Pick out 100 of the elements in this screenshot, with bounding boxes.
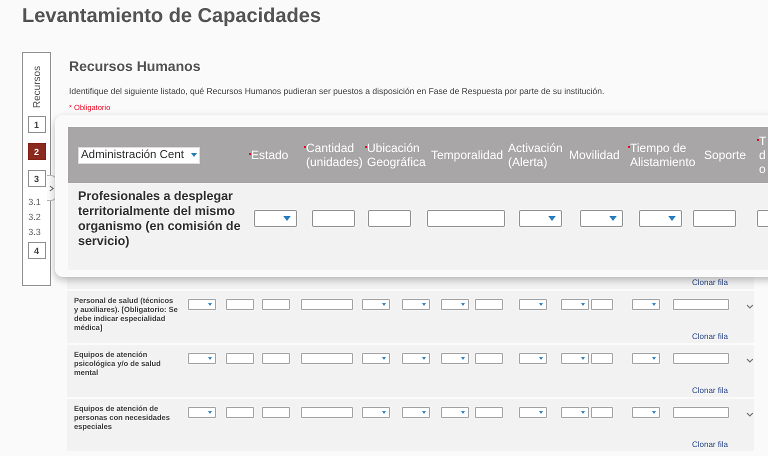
dropdown[interactable] xyxy=(441,353,470,364)
substep-link[interactable]: 3.2 xyxy=(28,212,41,222)
clone-row-link[interactable]: Clonar fila xyxy=(692,278,728,288)
column-header: T d o xyxy=(759,134,766,176)
input-field[interactable] xyxy=(226,299,254,310)
step-button[interactable]: 4 xyxy=(28,242,46,259)
input-field[interactable] xyxy=(475,299,504,310)
input-field[interactable] xyxy=(673,299,730,310)
section-title: Recursos Humanos xyxy=(69,58,202,74)
dropdown[interactable] xyxy=(402,353,430,364)
caret-icon xyxy=(652,357,656,360)
step-button[interactable]: 3 xyxy=(28,170,46,187)
caret-icon xyxy=(539,411,544,414)
input-field[interactable] xyxy=(673,353,730,364)
caret-icon xyxy=(422,357,426,360)
dropdown[interactable] xyxy=(519,299,548,310)
page-title: Levantamiento de Capacidades xyxy=(21,4,322,29)
caret-icon xyxy=(208,357,212,360)
step-button[interactable]: 1 xyxy=(28,116,46,133)
dropdown[interactable] xyxy=(632,407,660,418)
dropdown[interactable] xyxy=(254,210,297,227)
caret-icon xyxy=(539,357,544,360)
dropdown[interactable] xyxy=(402,299,430,310)
caret-icon xyxy=(191,153,197,157)
dropdown[interactable] xyxy=(402,407,430,418)
dropdown[interactable] xyxy=(561,299,590,310)
input-field[interactable] xyxy=(226,353,254,364)
column-header: Ubicación Geográfica xyxy=(367,141,427,169)
caret-icon xyxy=(461,303,466,306)
input-field[interactable] xyxy=(301,407,354,418)
input-field[interactable] xyxy=(673,407,730,418)
dropdown[interactable] xyxy=(441,299,470,310)
input-field[interactable] xyxy=(301,299,354,310)
dropdown[interactable] xyxy=(188,299,216,310)
step-button[interactable]: 2 xyxy=(28,143,46,160)
input-field[interactable] xyxy=(301,353,354,364)
dropdown[interactable] xyxy=(188,407,216,418)
column-header: Activación (Alerta) xyxy=(508,141,564,169)
caret-icon xyxy=(382,357,386,360)
chevron-down-icon[interactable] xyxy=(746,412,754,417)
chevron-right-icon xyxy=(49,184,54,192)
input-field[interactable] xyxy=(475,353,504,364)
substep-link[interactable]: 3.3 xyxy=(28,227,41,237)
dropdown[interactable] xyxy=(362,353,390,364)
chevron-down-icon[interactable] xyxy=(746,358,754,363)
caret-icon xyxy=(548,216,556,221)
dropdown[interactable] xyxy=(580,210,623,227)
column-header: Cantidad (unidades) xyxy=(306,141,364,169)
clone-row-link[interactable]: Clonar fila xyxy=(692,386,728,396)
dropdown-value: Administración Cent xyxy=(81,149,184,161)
column-header: Estado xyxy=(251,148,288,162)
input-field[interactable] xyxy=(262,299,290,310)
input-field[interactable] xyxy=(591,299,614,310)
input-field[interactable] xyxy=(591,407,614,418)
input-field[interactable] xyxy=(368,210,411,227)
clone-row-link[interactable]: Clonar fila xyxy=(692,332,728,342)
input-field[interactable] xyxy=(693,210,736,227)
dropdown[interactable] xyxy=(639,210,682,227)
input-field[interactable] xyxy=(475,407,504,418)
column-header: Soporte xyxy=(704,148,746,162)
input-field[interactable] xyxy=(226,407,254,418)
input-field[interactable] xyxy=(312,210,355,227)
caret-icon xyxy=(208,303,212,306)
caret-icon xyxy=(208,411,212,414)
row-label: Profesionales a desplegar territorialmente del mismo organismo (en comisión de servicio) xyxy=(78,189,242,249)
caret-icon xyxy=(283,216,291,221)
substep-link[interactable]: 3.1 xyxy=(28,197,41,207)
caret-icon xyxy=(652,411,656,414)
caret-icon xyxy=(581,357,586,360)
sidebar-label: Recursos xyxy=(30,65,43,109)
caret-icon xyxy=(581,411,586,414)
section-description: Identifique del siguiente listado, qué Recursos Humanos pudieran ser puestos a disposición en Fase de Respuesta por parte de su institución. xyxy=(69,86,606,96)
caret-icon xyxy=(581,303,586,306)
dropdown[interactable] xyxy=(561,353,590,364)
dropdown[interactable] xyxy=(362,407,390,418)
chevron-down-icon[interactable] xyxy=(746,304,754,309)
caret-icon xyxy=(382,411,386,414)
caret-icon xyxy=(609,216,617,221)
caret-icon xyxy=(652,303,656,306)
dropdown[interactable] xyxy=(519,407,548,418)
caret-icon xyxy=(539,303,544,306)
dropdown[interactable] xyxy=(632,353,660,364)
input-field[interactable] xyxy=(427,210,505,227)
dropdown[interactable] xyxy=(632,299,660,310)
input-field[interactable] xyxy=(262,353,290,364)
input-field[interactable] xyxy=(262,407,290,418)
dropdown[interactable]: Administración Cent xyxy=(78,146,200,164)
column-header: Tiempo de Alistamiento xyxy=(630,141,696,169)
dropdown[interactable] xyxy=(441,407,470,418)
caret-icon xyxy=(461,357,466,360)
caret-icon xyxy=(422,411,426,414)
caret-icon xyxy=(461,411,466,414)
dropdown[interactable] xyxy=(188,353,216,364)
dropdown[interactable] xyxy=(519,353,548,364)
dropdown[interactable] xyxy=(362,299,390,310)
dropdown[interactable] xyxy=(519,210,562,227)
clone-row-link[interactable]: Clonar fila xyxy=(692,440,728,450)
column-header: Temporalidad xyxy=(431,148,504,162)
input-field[interactable] xyxy=(591,353,614,364)
dropdown[interactable] xyxy=(561,407,590,418)
